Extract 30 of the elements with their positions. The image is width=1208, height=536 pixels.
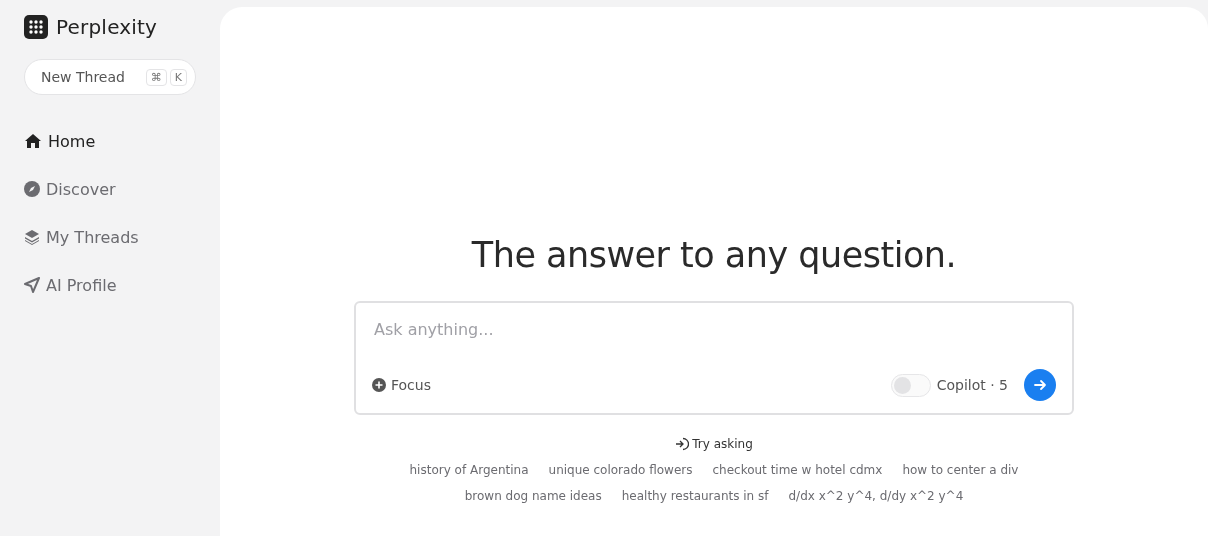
headline: The answer to any question. — [471, 235, 957, 275]
copilot-toggle[interactable] — [890, 373, 931, 397]
logo-icon — [24, 15, 48, 39]
suggestion-link[interactable]: unique colorado flowers — [548, 463, 693, 477]
shortcut-key: K — [169, 68, 187, 86]
home-icon — [24, 133, 42, 149]
copilot-label: Copilot · 5 — [936, 377, 1008, 393]
send-icon — [24, 277, 40, 293]
suggestion-link[interactable]: brown dog name ideas — [464, 489, 602, 503]
suggestion-link[interactable]: d/dx x^2 y^4, d/dy x^2 y^4 — [788, 489, 964, 503]
suggestion-link[interactable]: history of Argentina — [409, 463, 529, 477]
try-asking-label: Try asking — [692, 437, 753, 451]
arrow-right-icon — [1033, 378, 1047, 392]
suggestion-link[interactable]: how to center a div — [902, 463, 1019, 477]
suggestion-link[interactable]: checkout time w hotel cdmx — [712, 463, 883, 477]
new-thread-button[interactable]: New Thread ⌘ K — [24, 59, 196, 95]
focus-button[interactable]: Focus — [372, 377, 431, 393]
search-box[interactable]: Ask anything... Focus Copilot · 5 — [354, 301, 1074, 415]
suggestion-link[interactable]: healthy restaurants in sf — [621, 489, 769, 503]
nav-item[interactable]: Discover — [24, 165, 196, 213]
nav-item[interactable]: AI Profile — [24, 261, 196, 309]
enter-icon — [675, 437, 690, 451]
nav-item[interactable]: Home — [24, 117, 196, 165]
layers-icon — [24, 229, 40, 245]
brand-name: Perplexity — [56, 15, 158, 39]
submit-button[interactable] — [1024, 369, 1056, 401]
plus-icon — [372, 378, 386, 392]
nav-item[interactable]: My Threads — [24, 213, 196, 261]
compass-icon — [24, 181, 40, 197]
shortcut-key: ⌘ — [145, 68, 167, 86]
